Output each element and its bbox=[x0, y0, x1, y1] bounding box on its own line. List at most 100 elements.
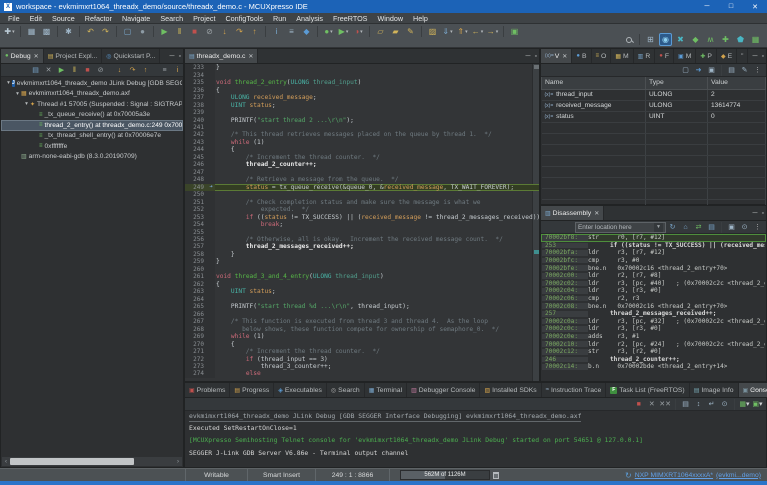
tab-more[interactable]: ” bbox=[737, 49, 748, 63]
security-perspective-button[interactable]: ⬟ bbox=[734, 33, 747, 46]
tab-executables[interactable]: ◈Executables bbox=[274, 383, 327, 397]
code-editor[interactable]: 233}234235void thread_2_entry(ULONG thre… bbox=[185, 64, 539, 381]
debug-tree-row[interactable]: ▾▦evkmimxrt1064_threadx_demo.axf bbox=[1, 89, 183, 100]
show-source-button[interactable]: ▤ bbox=[706, 222, 717, 233]
line-number[interactable]: 252 bbox=[185, 206, 207, 213]
disassembly-location-input[interactable]: Enter location here ▼ bbox=[575, 222, 666, 233]
copy-variables-button[interactable]: ▣ bbox=[706, 65, 717, 76]
stack-frame-selected[interactable]: ≡thread_2_entry() at threadx_demo.c:249 … bbox=[1, 120, 183, 131]
tab-peripherals[interactable]: ✚P bbox=[696, 49, 717, 63]
line-number[interactable]: 261 bbox=[185, 273, 207, 280]
line-number[interactable]: 274 bbox=[185, 370, 207, 377]
save-button[interactable]: ▦ bbox=[25, 25, 38, 38]
debug-panel-hscrollbar[interactable]: ‹ › bbox=[2, 457, 182, 466]
menu-run[interactable]: Run bbox=[268, 14, 291, 23]
open-console-button[interactable]: ▣▾ bbox=[752, 399, 763, 410]
line-number[interactable]: 243 bbox=[185, 139, 207, 146]
tab-close-icon[interactable]: ✕ bbox=[594, 210, 599, 217]
word-wrap-button[interactable]: ↵ bbox=[706, 399, 717, 410]
menu-window[interactable]: Window bbox=[372, 14, 408, 23]
tab-modules[interactable]: ▣M bbox=[674, 49, 696, 63]
line-number[interactable]: 248 bbox=[185, 176, 207, 183]
line-number[interactable]: 271 bbox=[185, 348, 207, 355]
variable-row[interactable]: (x)= statusUINT0 bbox=[542, 111, 766, 122]
maximize-panel-icon[interactable]: ▫ bbox=[762, 53, 764, 60]
maximize-button[interactable]: □ bbox=[719, 0, 743, 13]
expand-arrow-icon[interactable]: ▾ bbox=[23, 101, 30, 107]
show-disassembly-button[interactable]: ≡ bbox=[285, 25, 298, 38]
home-pc-button[interactable]: ⌂ bbox=[680, 222, 691, 233]
cpp-perspective-button[interactable]: ◆ bbox=[689, 33, 702, 46]
menu-configtools[interactable]: ConfigTools bbox=[220, 14, 268, 23]
gui-flash-tool-button[interactable]: ⇓▾ bbox=[441, 25, 454, 38]
tab-expressions[interactable]: ◆E bbox=[717, 49, 737, 63]
tab-close-icon[interactable]: ✕ bbox=[562, 53, 567, 60]
tab-instruction-trace[interactable]: ≈Instruction Trace bbox=[542, 383, 607, 397]
line-number[interactable]: 251 bbox=[185, 198, 207, 205]
display-selected-console-button[interactable]: ▦▾ bbox=[739, 399, 750, 410]
line-number[interactable]: 253 bbox=[185, 213, 207, 220]
tab-progress[interactable]: ▤Progress bbox=[230, 383, 274, 397]
tab-disassembly[interactable]: ▥ Disassembly ✕ bbox=[541, 206, 604, 220]
line-number[interactable]: 236 bbox=[185, 86, 207, 93]
open-terminal-button[interactable]: ▣ bbox=[508, 25, 521, 38]
maximize-panel-icon[interactable]: ▫ bbox=[762, 387, 764, 394]
new-expression-button[interactable]: ▤ bbox=[726, 65, 737, 76]
remove-launch-button[interactable]: ✕ bbox=[646, 399, 657, 410]
step-return-button[interactable]: ↑ bbox=[140, 65, 151, 76]
restart-debug-button[interactable]: ⇑▾ bbox=[456, 25, 469, 38]
tab-image-info[interactable]: ▤Image Info bbox=[690, 383, 739, 397]
redo-button[interactable]: ↷ bbox=[99, 25, 112, 38]
instruction-stepping-mode-button[interactable]: i bbox=[172, 65, 183, 76]
line-number[interactable]: 260 bbox=[185, 266, 207, 273]
line-number[interactable]: 266 bbox=[185, 310, 207, 317]
tab-close-icon[interactable]: ✕ bbox=[34, 53, 39, 60]
terminate-button[interactable]: ■ bbox=[82, 65, 93, 76]
line-number[interactable]: 245 bbox=[185, 154, 207, 161]
line-number[interactable]: 237 bbox=[185, 94, 207, 101]
menu-help[interactable]: Help bbox=[408, 14, 433, 23]
grid-perspective-button[interactable]: ▦ bbox=[749, 33, 762, 46]
profile-as-button[interactable]: ◑▾ bbox=[352, 25, 365, 38]
terminate-button[interactable]: ■ bbox=[633, 399, 644, 410]
remove-all-launches-button[interactable]: ✕✕ bbox=[659, 399, 671, 410]
tab-task-list-freertos[interactable]: FTask List (FreeRTOS) bbox=[606, 383, 689, 397]
variable-row[interactable]: (x)= thread_inputULONG2 bbox=[542, 89, 766, 100]
debug-tree-row[interactable]: ≡0xfffffffe bbox=[1, 141, 183, 152]
target-device-link[interactable]: NXP MIMXRT1064xxxxA* bbox=[635, 472, 713, 479]
line-number[interactable]: 250 bbox=[185, 191, 207, 198]
line-number[interactable]: 238 bbox=[185, 101, 207, 108]
sync-target-icon[interactable]: ↻ bbox=[625, 471, 632, 480]
line-number[interactable]: 234 bbox=[185, 71, 207, 78]
maximize-panel-icon[interactable]: ▫ bbox=[535, 53, 537, 60]
build-button[interactable]: ✱ bbox=[62, 25, 75, 38]
tab-problems[interactable]: ▣Problems bbox=[185, 383, 230, 397]
line-number[interactable]: 254 bbox=[185, 221, 207, 228]
menu-file[interactable]: File bbox=[3, 14, 25, 23]
minimize-button[interactable]: ─ bbox=[695, 0, 719, 13]
maximize-panel-icon[interactable]: ▫ bbox=[762, 210, 764, 217]
new-view-button[interactable]: ▣ bbox=[726, 222, 737, 233]
line-number[interactable]: 268 bbox=[185, 325, 207, 332]
tab-debug[interactable]: ●Debug✕ bbox=[1, 49, 44, 63]
tab-quickstart-p-[interactable]: ◎Quickstart P... bbox=[102, 49, 160, 63]
open-perspective-button[interactable]: ⊞ bbox=[644, 33, 657, 46]
connect-button[interactable]: ▤ bbox=[30, 65, 41, 76]
line-number[interactable]: 272 bbox=[185, 355, 207, 362]
step-into-button[interactable]: ↓ bbox=[114, 65, 125, 76]
tab-debugger-console[interactable]: ▥Debugger Console bbox=[407, 383, 480, 397]
line-number[interactable]: 263 bbox=[185, 288, 207, 295]
tab-faults[interactable]: ●F bbox=[655, 49, 674, 63]
line-number[interactable]: 247 bbox=[185, 169, 207, 176]
line-number[interactable]: 262 bbox=[185, 281, 207, 288]
line-number[interactable]: 235 bbox=[185, 79, 207, 86]
column-header-value[interactable]: Value bbox=[708, 77, 766, 89]
line-number[interactable]: 273 bbox=[185, 363, 207, 370]
link-with-active-debug-context-button[interactable]: ⇄ bbox=[693, 222, 704, 233]
menu-navigate[interactable]: Navigate bbox=[117, 14, 155, 23]
suspend-button[interactable]: ‖ bbox=[69, 65, 80, 76]
console-output[interactable]: evkmimxrt1064_threadx_demo JLink Debug [… bbox=[185, 411, 766, 466]
column-header-name[interactable]: Name bbox=[542, 77, 646, 89]
edit-pencil-button[interactable]: ✎ bbox=[404, 25, 417, 38]
menu-freertos[interactable]: FreeRTOS bbox=[328, 14, 372, 23]
